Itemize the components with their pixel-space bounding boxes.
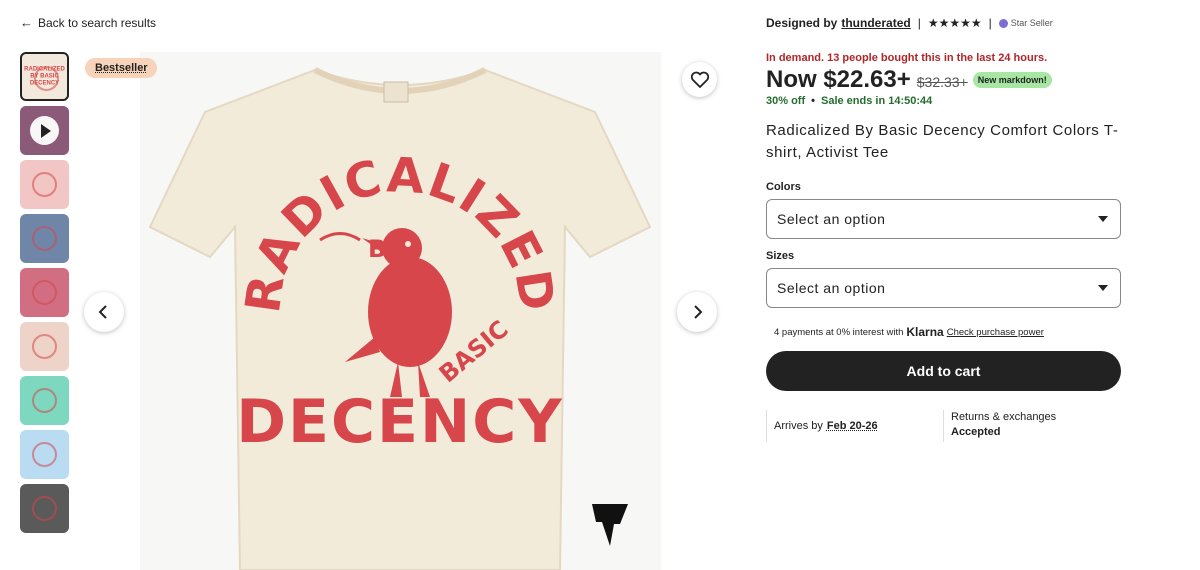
heart-icon xyxy=(690,71,709,88)
arrival-info: Arrives by Feb 20-26 xyxy=(766,410,926,442)
back-to-search-link[interactable]: ← Back to search results xyxy=(20,15,157,31)
image-thumbnail[interactable] xyxy=(20,214,69,263)
colors-select[interactable]: Select an option xyxy=(766,199,1121,239)
back-link-label: Back to search results xyxy=(38,16,157,30)
thumbnail-print-mark xyxy=(32,226,57,251)
arrival-dates[interactable]: Feb 20-26 xyxy=(827,420,878,432)
add-to-cart-button[interactable]: Add to cart xyxy=(766,351,1121,391)
sale-info: 30% off • Sale ends in 14:50:44 xyxy=(766,95,932,107)
colors-select-value: Select an option xyxy=(777,211,886,227)
demand-notice: In demand. 13 people bought this in the … xyxy=(766,52,1048,64)
discount-text: 30% off xyxy=(766,95,806,107)
chevron-left-icon xyxy=(98,305,107,319)
thumbnail-print-mark xyxy=(32,334,57,359)
colors-label: Colors xyxy=(766,181,801,193)
thumbnail-print-text: RADICALIZED BY BASIC DECENCY xyxy=(24,66,65,86)
thumbnail-print-mark xyxy=(32,172,57,197)
lightning-logo xyxy=(592,504,628,546)
designed-by-label: Designed by xyxy=(766,16,838,30)
klarna-payments-row: 4 payments at 0% interest with Klarna Ch… xyxy=(774,325,1044,339)
favorite-button[interactable] xyxy=(682,62,717,97)
arrow-left-icon: ← xyxy=(20,15,33,30)
payments-text: 4 payments at 0% interest with xyxy=(774,326,904,338)
product-title: Radicalized By Basic Decency Comfort Col… xyxy=(766,122,1119,161)
image-thumbnail[interactable] xyxy=(20,484,69,533)
star-seller-icon xyxy=(998,18,1008,28)
caret-down-icon xyxy=(1098,216,1108,222)
print-bottom: DECENCY xyxy=(236,387,564,457)
caret-down-icon xyxy=(1098,285,1108,291)
image-thumbnail[interactable] xyxy=(20,430,69,479)
thumbnail-print-mark xyxy=(32,442,57,467)
designed-by-row: Designed by thunderated | ★★★★★ | Star S… xyxy=(766,16,1053,30)
thumbnail-list: RADICALIZED BY BASIC DECENCY xyxy=(20,52,70,538)
star-seller-label: Star Seller xyxy=(1010,18,1053,28)
rating-stars[interactable]: ★★★★★ xyxy=(928,16,982,30)
markdown-badge: New markdown! xyxy=(972,72,1052,88)
video-thumbnail[interactable] xyxy=(20,106,69,155)
original-price: $32.33+ xyxy=(916,74,968,90)
previous-image-button[interactable] xyxy=(84,292,124,332)
chevron-right-icon xyxy=(694,305,703,319)
klarna-logo: Klarna xyxy=(906,325,944,339)
bestseller-badge[interactable]: Bestseller xyxy=(85,58,157,78)
returns-status: Accepted xyxy=(951,426,1001,438)
current-price: Now $22.63+ xyxy=(766,66,911,93)
image-thumbnail[interactable]: RADICALIZED BY BASIC DECENCY xyxy=(20,52,69,101)
arrives-label: Arrives by xyxy=(774,420,823,432)
shop-name-link[interactable]: thunderated xyxy=(841,16,910,30)
product-main-image: RADICALIZED BY BASIC DECENCY xyxy=(140,52,661,570)
returns-info: Returns & exchanges Accepted xyxy=(943,410,1056,442)
sale-ends-text: Sale ends in 14:50:44 xyxy=(820,95,933,107)
star-seller-badge[interactable]: Star Seller xyxy=(998,18,1053,28)
image-thumbnail[interactable] xyxy=(20,376,69,425)
divider: | xyxy=(988,16,992,30)
returns-label: Returns & exchanges xyxy=(951,411,1057,423)
image-thumbnail[interactable] xyxy=(20,160,69,209)
next-image-button[interactable] xyxy=(677,292,717,332)
bullet: • xyxy=(811,95,815,107)
thumbnail-print-mark xyxy=(32,496,57,521)
neck-label xyxy=(383,81,409,103)
image-thumbnail[interactable] xyxy=(20,322,69,371)
sizes-select-value: Select an option xyxy=(777,280,886,296)
divider: | xyxy=(917,16,921,30)
thumbnail-print-mark xyxy=(32,388,57,413)
sizes-label: Sizes xyxy=(766,250,795,262)
image-thumbnail[interactable] xyxy=(20,268,69,317)
tshirt-illustration: RADICALIZED BY BASIC DECENCY xyxy=(148,67,652,570)
play-icon xyxy=(30,116,59,145)
sizes-select[interactable]: Select an option xyxy=(766,268,1121,308)
price-row: Now $22.63+ $32.33+ New markdown! xyxy=(766,66,1052,94)
check-purchase-power-link[interactable]: Check purchase power xyxy=(947,327,1044,338)
thumbnail-print-mark xyxy=(32,280,57,305)
